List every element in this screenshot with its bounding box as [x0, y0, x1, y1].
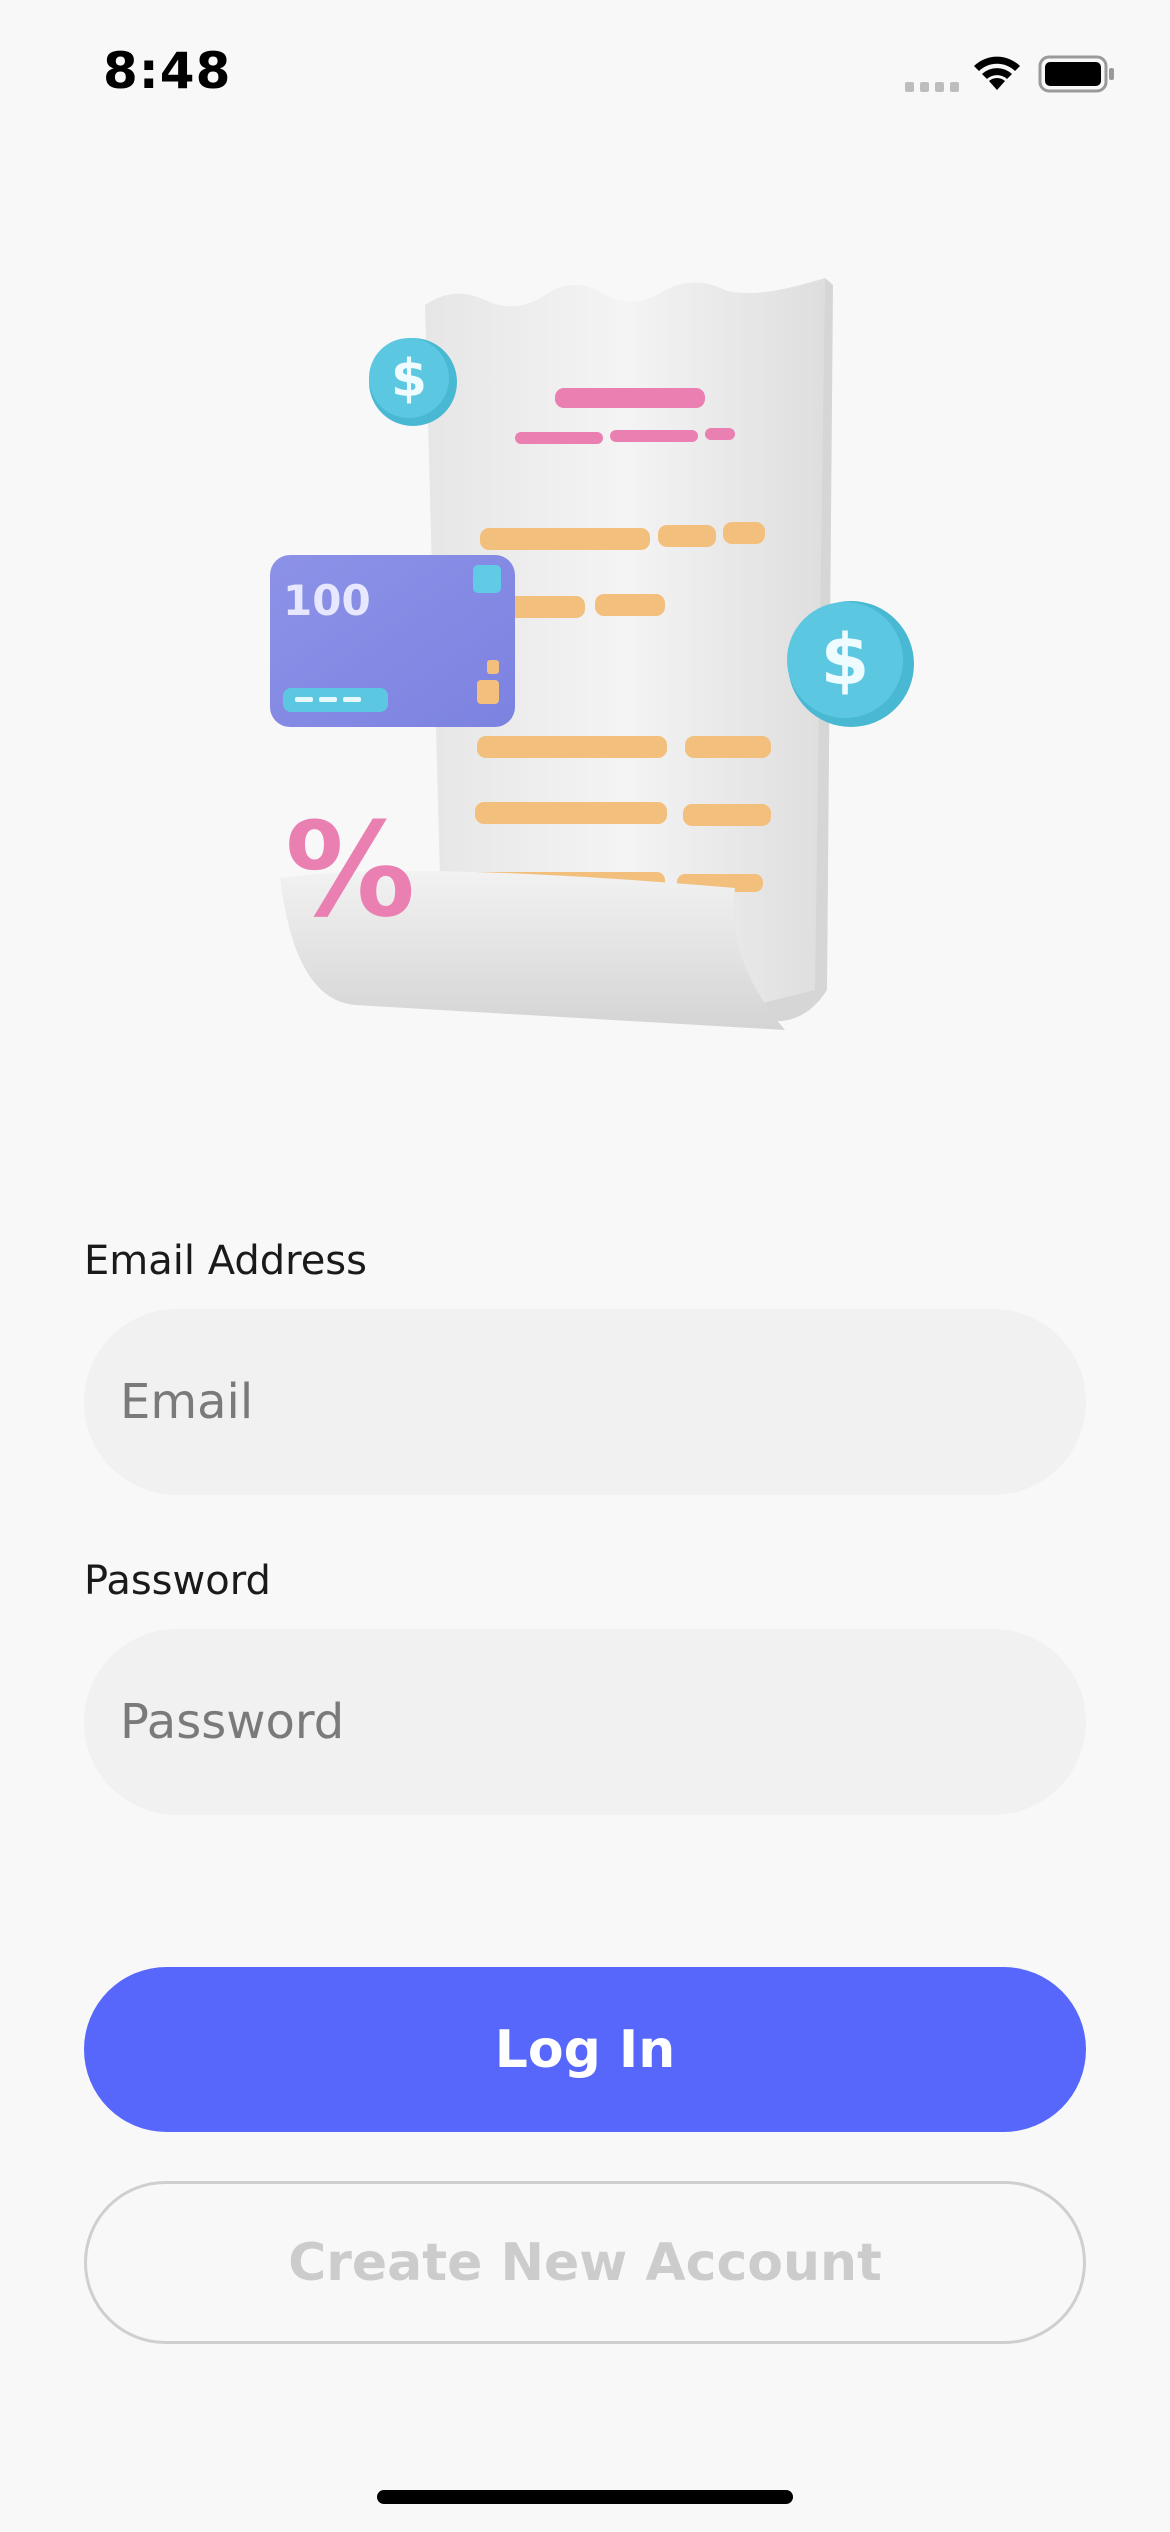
create-account-button[interactable]: Create New Account [84, 2181, 1086, 2344]
email-input[interactable] [84, 1309, 1086, 1495]
coin-large-symbol: $ [821, 619, 870, 701]
coin-small: $ [369, 338, 457, 426]
card-amount-text: 100 [283, 576, 371, 625]
home-indicator [377, 2490, 793, 2504]
password-input[interactable] [84, 1629, 1086, 1815]
password-label: Password [84, 1558, 271, 1604]
wifi-icon [974, 56, 1020, 90]
status-time: 8:48 [103, 42, 232, 100]
credit-card: 100 [270, 555, 515, 727]
status-bar: 8:48 [0, 0, 1170, 140]
email-label: Email Address [84, 1238, 367, 1284]
battery-icon [1038, 55, 1114, 93]
coin-large: $ [787, 601, 914, 727]
percent-symbol: % [285, 794, 415, 946]
cellular-signal-icon [905, 82, 959, 92]
login-button[interactable]: Log In [84, 1967, 1086, 2132]
receipt-illustration: 100 $ $ % [270, 278, 914, 1030]
coin-small-symbol: $ [391, 349, 427, 409]
